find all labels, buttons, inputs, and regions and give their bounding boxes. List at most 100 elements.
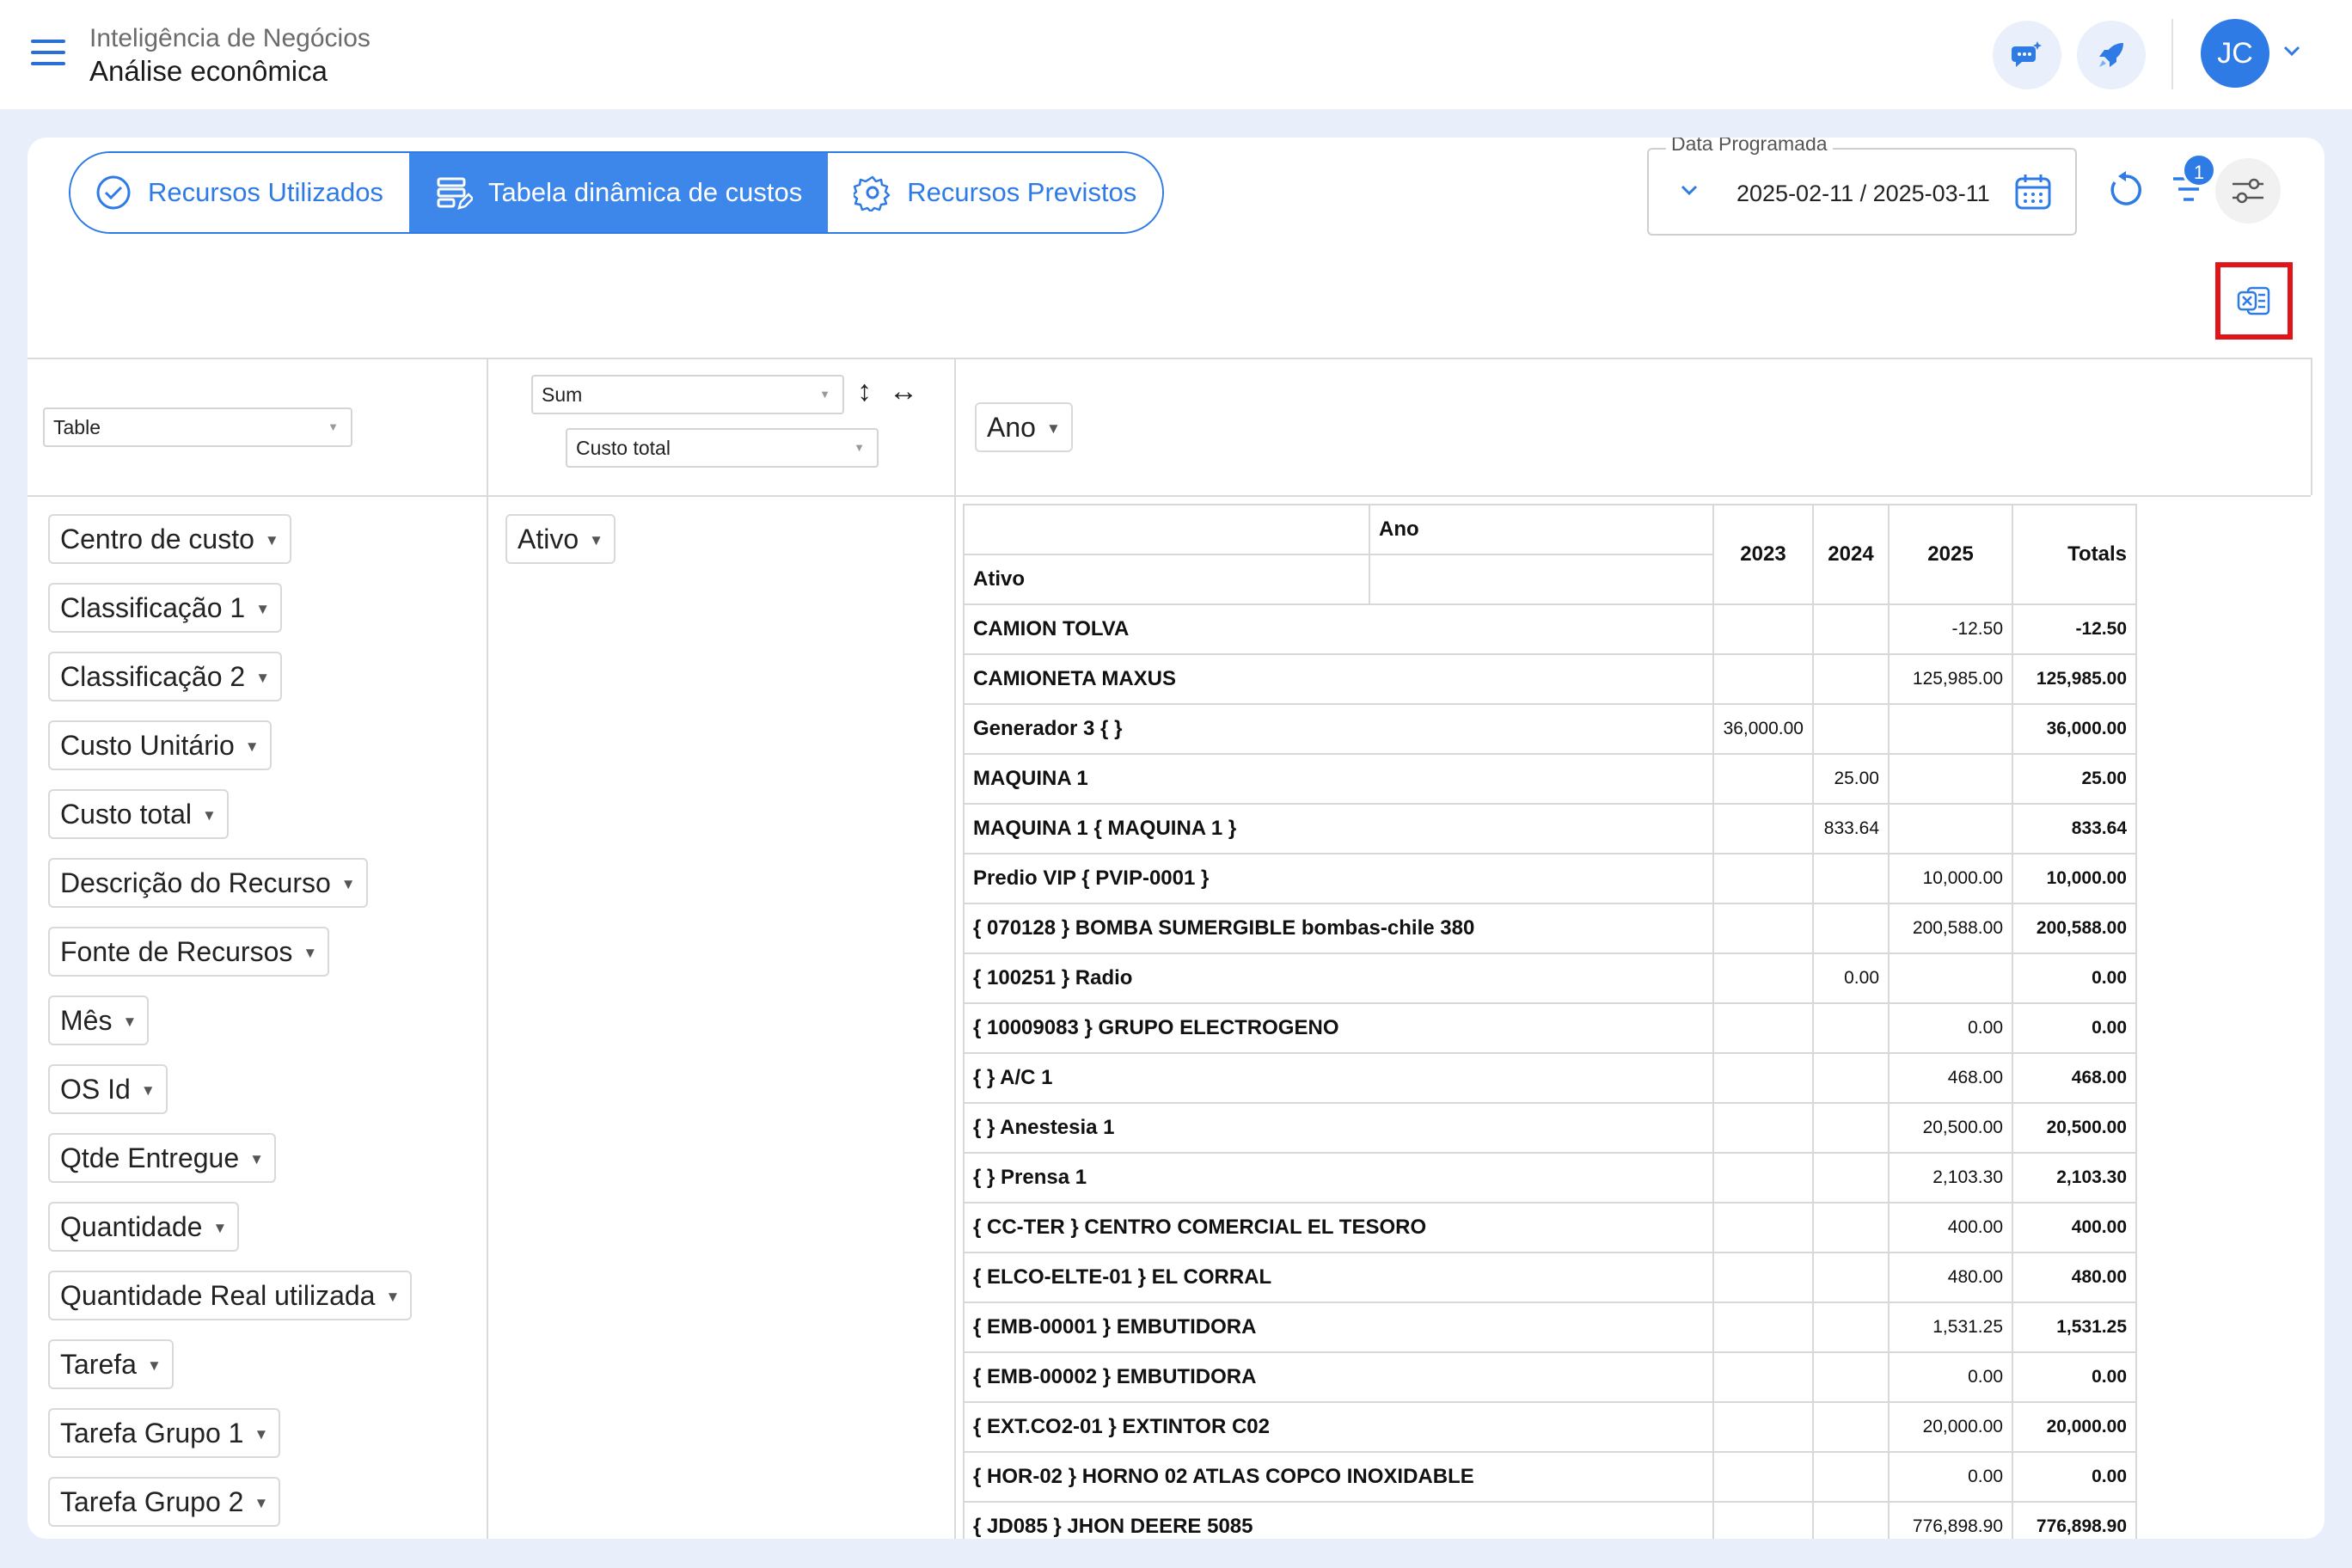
- field-pill-descricao-do-recurso[interactable]: Descrição do Recurso ▼: [48, 858, 368, 908]
- value-cell-2023: [1712, 1351, 1814, 1403]
- col-order-arrows-icon[interactable]: ↔: [889, 375, 918, 408]
- caret-down-icon[interactable]: ▼: [255, 670, 270, 686]
- empty-header-cell: [1369, 554, 1714, 605]
- caret-down-icon[interactable]: ▼: [385, 1289, 400, 1305]
- renderer-select-value: Table: [53, 416, 101, 438]
- caret-down-icon[interactable]: ▼: [122, 1014, 137, 1030]
- column-field-pill[interactable]: Ano ▼: [975, 402, 1073, 452]
- row-label-cell: CAMION TOLVA: [963, 603, 1714, 655]
- caret-down-icon[interactable]: ▼: [341, 876, 356, 892]
- caret-down-icon[interactable]: ▼: [147, 1357, 162, 1374]
- value-cell-2024: [1812, 903, 1890, 954]
- settings-sliders-button[interactable]: [2215, 158, 2281, 224]
- value-cell-2024: [1812, 703, 1890, 755]
- filter-count-badge: 1: [2182, 153, 2216, 187]
- date-range-field[interactable]: 2025-02-11 / 2025-03-11: [1647, 148, 2077, 236]
- date-range-value[interactable]: 2025-02-11 / 2025-03-11: [1736, 181, 1990, 207]
- caret-down-icon[interactable]: ▼: [255, 601, 270, 617]
- value-cell-2023: [1712, 1102, 1814, 1154]
- view-tabs: Recursos Utilizados Tabela dinâmica de c…: [69, 151, 1165, 234]
- row-label-cell: { } Prensa 1: [963, 1152, 1714, 1204]
- field-pill-custo-unitario[interactable]: Custo Unitário ▼: [48, 720, 272, 770]
- value-cell-2025: 0.00: [1888, 1451, 2013, 1503]
- value-cell-2023: [1712, 1152, 1814, 1204]
- pill-label: Tarefa: [60, 1349, 137, 1380]
- field-pill-tarefa-grupo-1[interactable]: Tarefa Grupo 1 ▼: [48, 1408, 281, 1458]
- caret-down-icon[interactable]: ▼: [212, 1220, 227, 1236]
- tab-recursos-utilizados[interactable]: Recursos Utilizados: [70, 153, 409, 232]
- caret-down-icon[interactable]: ▼: [202, 807, 217, 824]
- empty-header-cell: [963, 504, 1370, 555]
- pivot-grid-line: [28, 358, 2311, 359]
- value-cell-2025: -12.50: [1888, 603, 2013, 655]
- caret-down-icon[interactable]: ▼: [589, 532, 603, 548]
- value-cell-2023: [1712, 603, 1814, 655]
- pill-label: Tarefa Grupo 2: [60, 1486, 244, 1517]
- caret-down-icon[interactable]: ▼: [265, 532, 279, 548]
- pill-label: Classificação 1: [60, 592, 246, 623]
- tab-label: Tabela dinâmica de custos: [487, 177, 803, 207]
- field-pill-tarefa[interactable]: Tarefa ▼: [48, 1339, 174, 1389]
- caret-down-icon[interactable]: ▼: [1046, 420, 1061, 437]
- table-row: CAMION TOLVA -12.50 -12.50: [963, 603, 2137, 655]
- value-cell-2023: [1712, 903, 1814, 954]
- menu-icon[interactable]: [31, 40, 65, 67]
- table-row: { CC-TER } CENTRO COMERCIAL EL TESORO 400…: [963, 1202, 2137, 1253]
- value-cell-2023: [1712, 853, 1814, 904]
- table-row: { EXT.CO2-01 } EXTINTOR C02 20,000.00 20,0…: [963, 1401, 2137, 1453]
- field-pill-mes[interactable]: Mês ▼: [48, 995, 150, 1045]
- table-row: { } Prensa 1 2,103.30 2,103.30: [963, 1152, 2137, 1204]
- value-field-select-value: Custo total: [576, 437, 671, 459]
- aggregator-select[interactable]: Sum ▼: [531, 375, 844, 414]
- gear-icon: [854, 175, 891, 211]
- field-pill-fonte-de-recursos[interactable]: Fonte de Recursos ▼: [48, 927, 330, 977]
- row-label-cell: { 10009083 } GRUPO ELECTROGENO: [963, 1002, 1714, 1054]
- chevron-down-icon[interactable]: [1680, 184, 1699, 196]
- value-cell-2025: [1888, 803, 2013, 854]
- row-field-pill[interactable]: Ativo ▼: [505, 514, 616, 564]
- tab-recursos-previstos[interactable]: Recursos Previstos: [828, 153, 1163, 232]
- field-pill-classificacao-1[interactable]: Classificação 1 ▼: [48, 583, 283, 633]
- export-excel-button[interactable]: [2215, 262, 2293, 340]
- table-row: CAMIONETA MAXUS 125,985.00 125,985.00: [963, 653, 2137, 705]
- field-pill-quantidade-real-utilizada[interactable]: Quantidade Real utilizada ▼: [48, 1271, 413, 1320]
- field-pill-os-id[interactable]: OS Id ▼: [48, 1064, 168, 1114]
- caret-down-icon[interactable]: ▼: [254, 1495, 268, 1511]
- row-total-cell: 125,985.00: [2012, 653, 2137, 705]
- row-total-cell: 200,588.00: [2012, 903, 2137, 954]
- chevron-down-icon[interactable]: [2282, 45, 2301, 57]
- field-pill-tarefa-grupo-2[interactable]: Tarefa Grupo 2 ▼: [48, 1477, 281, 1527]
- caret-down-icon[interactable]: ▼: [303, 945, 317, 961]
- field-pill-classificacao-2[interactable]: Classificação 2 ▼: [48, 652, 283, 701]
- field-pill-custo-total[interactable]: Custo total ▼: [48, 789, 229, 839]
- column-attr-label: Ano: [1369, 504, 1714, 555]
- row-order-arrows-icon[interactable]: ↕: [857, 375, 872, 408]
- renderer-select[interactable]: Table ▼: [43, 407, 352, 447]
- row-total-cell: 0.00: [2012, 1351, 2137, 1403]
- value-cell-2024: 25.00: [1812, 753, 1890, 805]
- tab-tabela-dinamica[interactable]: Tabela dinâmica de custos: [408, 153, 829, 232]
- value-cell-2023: [1712, 1501, 1814, 1539]
- calendar-icon[interactable]: [2013, 172, 2053, 211]
- rocket-button[interactable]: [2077, 21, 2146, 89]
- field-pill-centro-de-custo[interactable]: Centro de custo ▼: [48, 514, 291, 564]
- pill-label: Ano: [987, 412, 1036, 443]
- row-total-cell: 480.00: [2012, 1252, 2137, 1303]
- refresh-icon[interactable]: [2106, 170, 2146, 210]
- caret-down-icon[interactable]: ▼: [249, 1151, 264, 1167]
- row-total-cell: 20,500.00: [2012, 1102, 2137, 1154]
- pill-label: Tarefa Grupo 1: [60, 1418, 244, 1449]
- row-label-cell: { EMB-00001 } EMBUTIDORA: [963, 1302, 1714, 1353]
- value-field-select[interactable]: Custo total ▼: [566, 428, 879, 468]
- row-label-cell: { } A/C 1: [963, 1052, 1714, 1104]
- user-avatar[interactable]: JC: [2201, 19, 2269, 88]
- field-pill-quantidade[interactable]: Quantidade ▼: [48, 1202, 240, 1252]
- caret-down-icon[interactable]: ▼: [245, 738, 260, 755]
- value-cell-2023: [1712, 653, 1814, 705]
- caret-down-icon[interactable]: ▼: [254, 1426, 268, 1442]
- value-cell-2024: [1812, 853, 1890, 904]
- field-pill-qtde-entregue[interactable]: Qtde Entregue ▼: [48, 1133, 276, 1183]
- caret-down-icon[interactable]: ▼: [141, 1082, 156, 1099]
- chat-sparkle-button[interactable]: [1993, 21, 2061, 89]
- pill-label: Qtde Entregue: [60, 1142, 240, 1173]
